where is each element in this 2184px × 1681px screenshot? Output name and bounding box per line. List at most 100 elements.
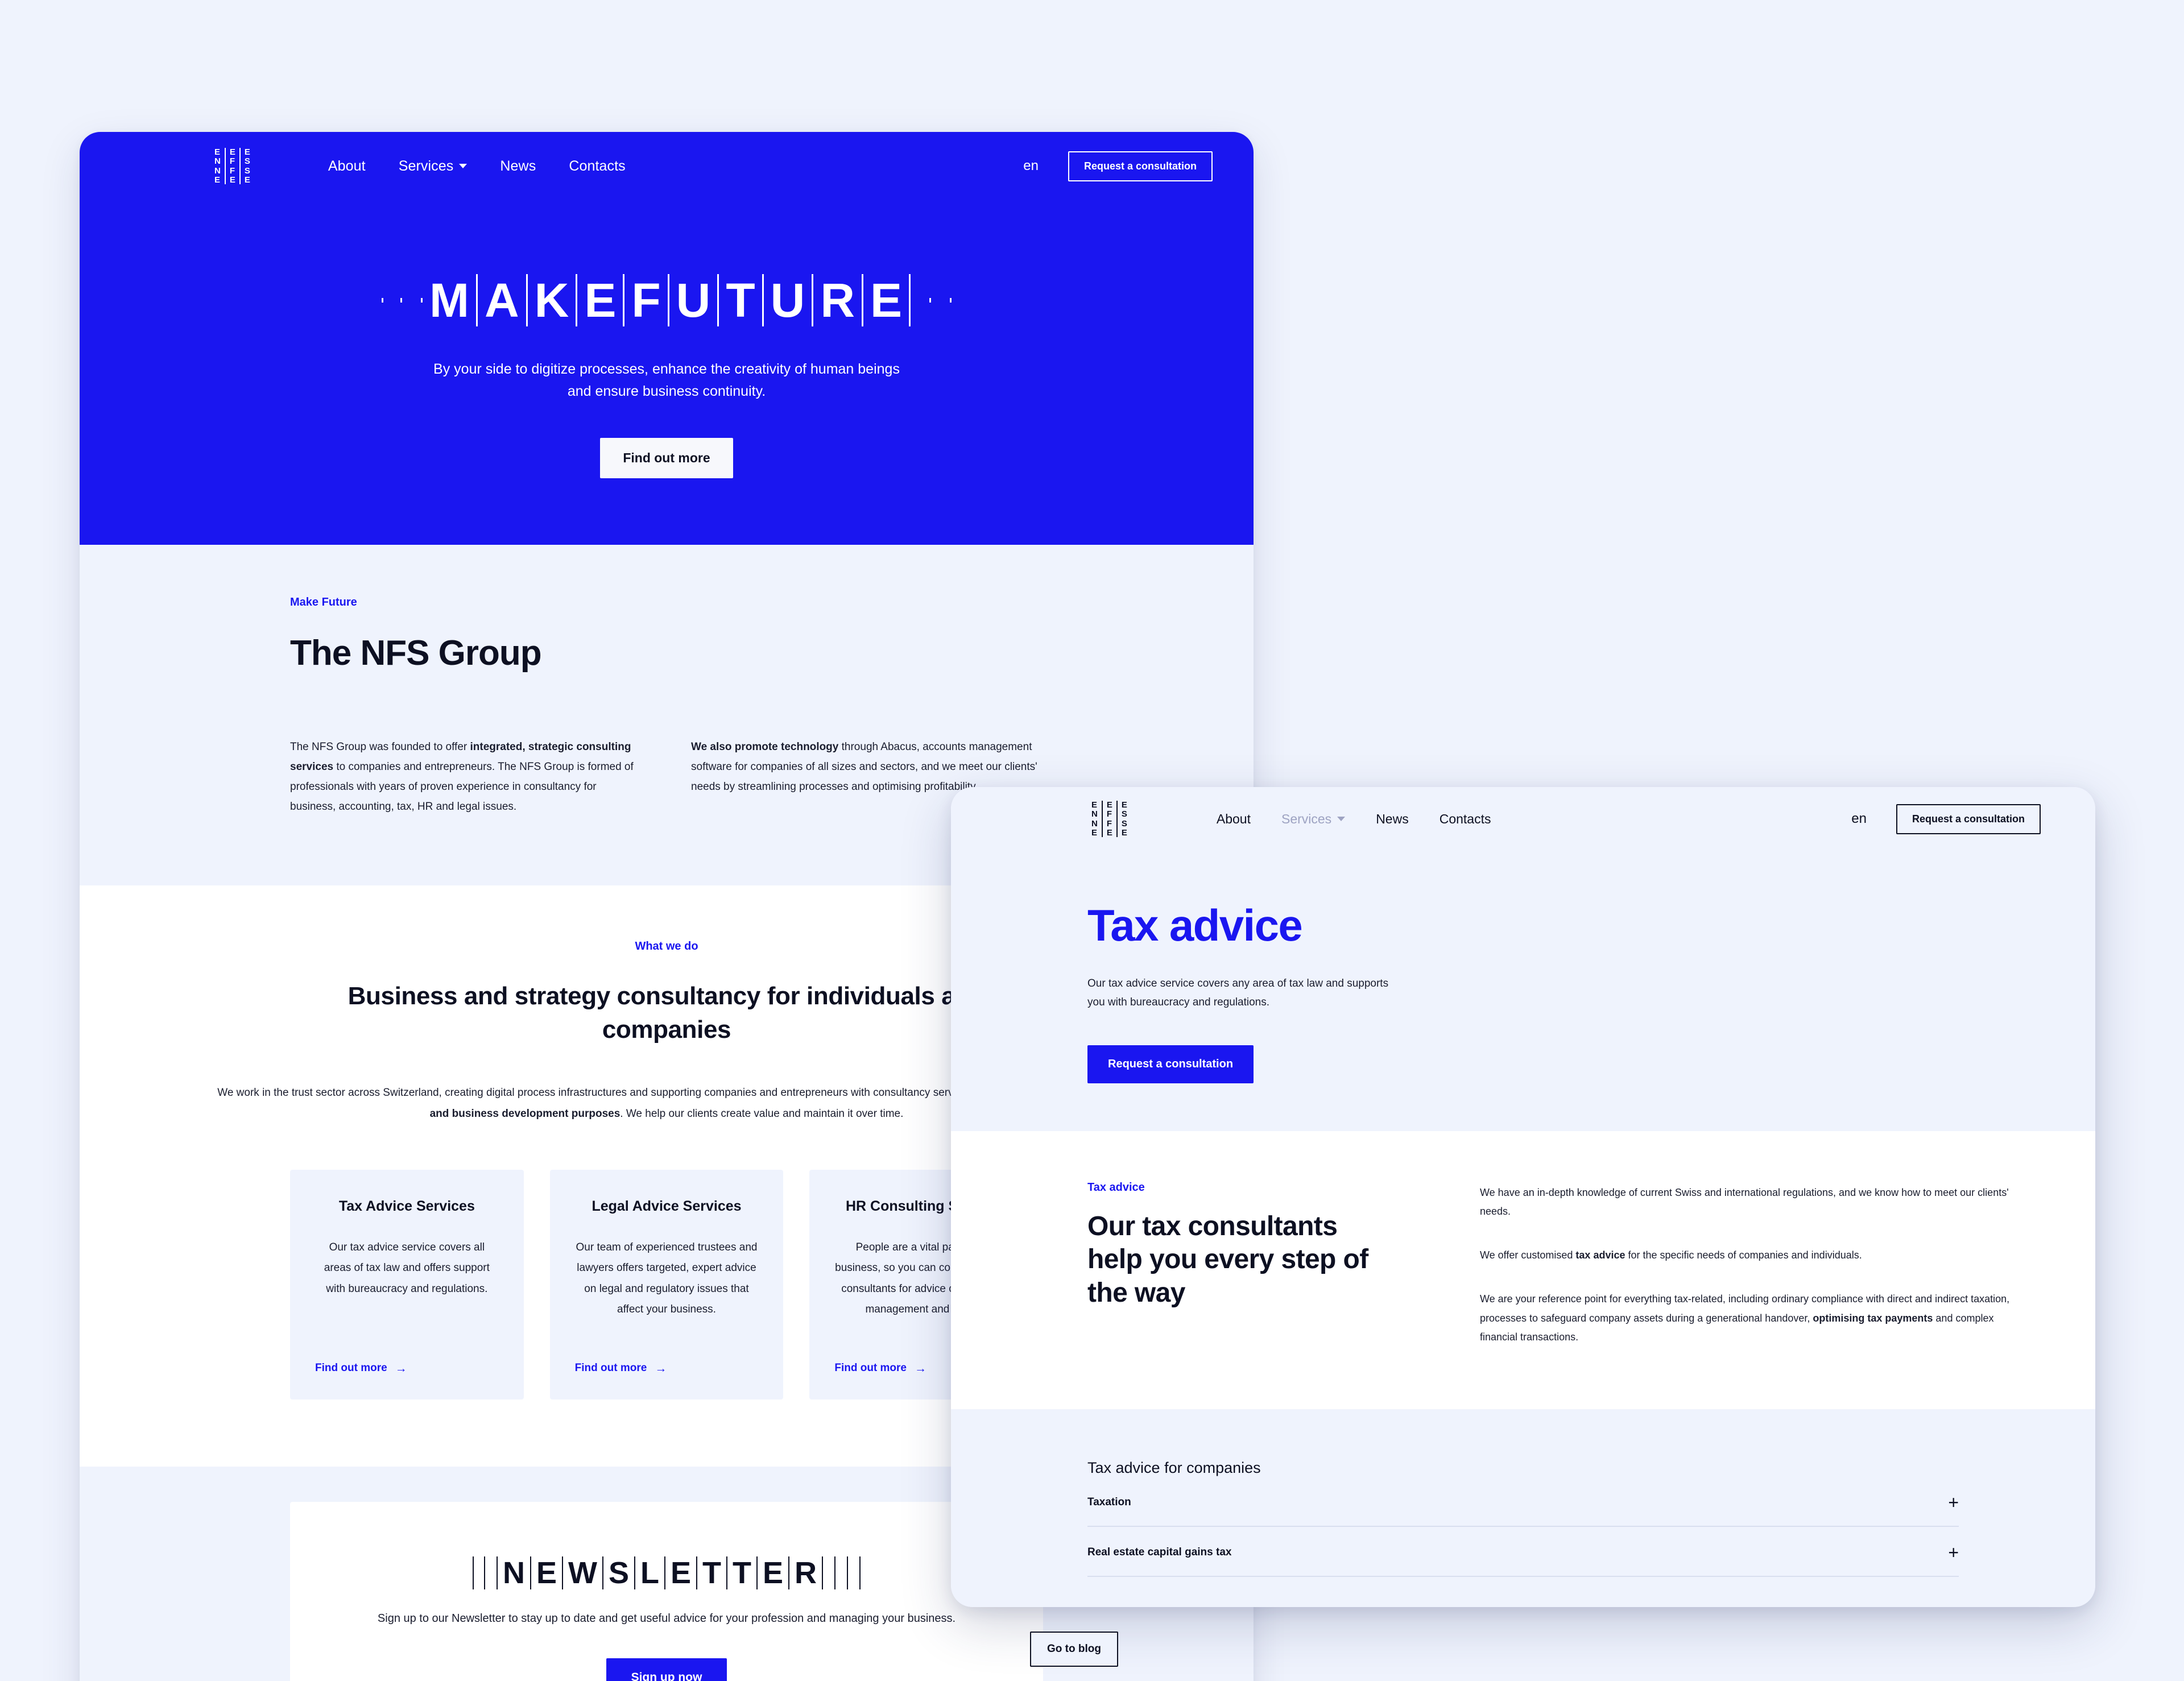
card-title: Tax Advice Services <box>338 1198 475 1215</box>
accordion-item-real-estate[interactable]: Real estate capital gains tax + <box>1087 1527 1959 1578</box>
nav-label: Contacts <box>1439 811 1491 826</box>
newsletter-title-letter: N <box>498 1556 531 1590</box>
hero-title-letter: E <box>863 274 911 326</box>
main-nav: About Services News Contacts <box>328 158 626 175</box>
logo-letter: E <box>1121 800 1127 810</box>
logo-letter: E <box>1106 827 1112 838</box>
logo-letter: E <box>1091 800 1098 810</box>
plus-icon[interactable]: + <box>1948 1493 1959 1512</box>
hero-subtitle-line-2: and ensure business continuity. <box>567 383 766 399</box>
nav-item-services[interactable]: Services <box>1281 811 1346 827</box>
about-heading: The NFS Group <box>290 634 542 673</box>
service-card-legal[interactable]: Legal Advice Services Our team of experi… <box>549 1170 784 1400</box>
window-tax-advice: E N N E E F F E E S S E About Services N… <box>951 787 2095 1607</box>
accordion-item-taxation[interactable]: Taxation + <box>1087 1477 1959 1527</box>
hero-title: MAKEFUTURE <box>80 274 1254 326</box>
newsletter-title-letter <box>823 1556 836 1590</box>
find-out-more-button[interactable]: Find out more <box>600 437 733 478</box>
canvas: E N N E E F F E E S S E About Services N… <box>0 0 2184 1681</box>
logo-letter: S <box>1121 818 1127 829</box>
hero-title-letter: M <box>423 274 478 326</box>
accordion-label: Taxation <box>1087 1496 1131 1509</box>
language-switcher[interactable]: en <box>1023 158 1039 174</box>
logo-letter: E <box>244 147 250 157</box>
logo-letter: F <box>1106 818 1112 829</box>
text-bold: tax advice <box>1575 1249 1625 1261</box>
logo-column-1: E N N E <box>210 148 225 184</box>
accordion-heading: Tax advice for companies <box>1087 1459 1261 1477</box>
what-we-do-heading: Business and strategy consultancy for in… <box>348 982 986 1044</box>
nav-label: News <box>500 158 536 174</box>
logo-letter: E <box>1106 800 1112 810</box>
nav-item-contacts[interactable]: Contacts <box>1440 811 1491 827</box>
hero-subtitle-line-1: By your side to digitize processes, enha… <box>433 361 900 377</box>
tax-eyebrow: Tax advice <box>1087 1181 1145 1194</box>
newsletter-title: NEWSLETTER <box>324 1556 1009 1590</box>
logo[interactable]: E N N E E F F E E S S E <box>210 148 254 184</box>
tax-consultants-section: Tax advice Our tax consultants help you … <box>951 1131 2095 1410</box>
newsletter-title-letter <box>835 1556 849 1590</box>
hero-title-letter <box>931 298 952 303</box>
logo-column-2: E F F E <box>224 148 239 184</box>
hero-title-letter <box>911 298 932 303</box>
newsletter-title-letter <box>848 1556 861 1590</box>
nav-item-services[interactable]: Services <box>399 158 468 175</box>
logo-letter: E <box>244 175 250 185</box>
tax-page-subtitle: Our tax advice service covers any area o… <box>1087 978 1389 1009</box>
link-label: Find out more <box>315 1362 387 1374</box>
nav-label: Services <box>1281 811 1332 826</box>
tax-consultants-left: Tax advice Our tax consultants help you … <box>1087 1181 1395 1347</box>
go-to-blog-button[interactable]: Go to blog <box>1030 1632 1118 1667</box>
newsletter-title-letter: W <box>563 1556 603 1590</box>
logo-letter: F <box>1106 809 1112 819</box>
nav-label: News <box>1376 811 1409 826</box>
newsletter-title-letter: E <box>758 1556 790 1590</box>
newsletter-title-letter: E <box>531 1556 563 1590</box>
tax-paragraph-2: We offer customised tax advice for the s… <box>1480 1246 2033 1265</box>
logo-column-1: E N N E <box>1087 801 1102 837</box>
about-paragraph-1: The NFS Group was founded to offer integ… <box>290 737 642 817</box>
request-consultation-cta[interactable]: Request a consultation <box>1087 1045 1254 1083</box>
logo-letter: F <box>229 165 235 176</box>
newsletter-title-letter: L <box>635 1556 665 1590</box>
language-switcher[interactable]: en <box>1851 811 1867 827</box>
sign-up-now-button[interactable]: Sign up now <box>606 1658 727 1681</box>
newsletter-subtitle: Sign up to our Newsletter to stay up to … <box>377 1612 956 1625</box>
hero-subtitle: By your side to digitize processes, enha… <box>80 358 1254 403</box>
hero-title-letter: U <box>764 274 814 326</box>
arrow-right-icon: → <box>915 1361 926 1375</box>
nav-item-news[interactable]: News <box>500 158 536 175</box>
card-title: Legal Advice Services <box>592 1198 742 1215</box>
tax-hero-section: E N N E E F F E E S S E About Services N… <box>951 787 2095 1131</box>
logo-letter: E <box>214 175 221 185</box>
logo-letter: N <box>1091 818 1098 829</box>
tax-paragraph-1: We have an in-depth knowledge of current… <box>1480 1186 2009 1217</box>
navbar: E N N E E F F E E S S E About Services N… <box>80 132 1254 200</box>
nav-item-contacts[interactable]: Contacts <box>569 158 625 175</box>
card-find-out-more-link[interactable]: Find out more → <box>575 1362 759 1374</box>
text-bold: optimising tax payments <box>1813 1312 1933 1324</box>
card-body: Our tax advice service covers all areas … <box>324 1241 490 1295</box>
hero-title-letter: E <box>577 274 625 326</box>
service-card-tax[interactable]: Tax Advice Services Our tax advice servi… <box>290 1170 524 1400</box>
nav-item-about[interactable]: About <box>1217 811 1251 827</box>
request-consultation-button[interactable]: Request a consultation <box>1068 151 1213 181</box>
nav-item-news[interactable]: News <box>1376 811 1409 827</box>
hero-title-letter: T <box>719 274 764 326</box>
hero-title-letter: A <box>478 274 528 326</box>
request-consultation-button[interactable]: Request a consultation <box>1896 804 2041 834</box>
newsletter-title-letter: E <box>665 1556 698 1590</box>
logo[interactable]: E N N E E F F E E S S E <box>1087 801 1131 837</box>
chevron-down-icon <box>1337 817 1346 821</box>
hero-title-letter <box>381 298 402 303</box>
card-find-out-more-link[interactable]: Find out more → <box>315 1362 499 1374</box>
logo-letter: E <box>214 147 221 157</box>
newsletter-card: NEWSLETTER Sign up to our Newsletter to … <box>290 1502 1043 1681</box>
newsletter-title-letter: S <box>603 1556 635 1590</box>
hero-title-letter: F <box>624 274 669 326</box>
arrow-right-icon: → <box>395 1361 407 1375</box>
plus-icon[interactable]: + <box>1948 1543 1959 1562</box>
text-part: We work in the trust sector across Switz… <box>217 1087 1041 1099</box>
hero-title-letter <box>402 298 423 303</box>
nav-item-about[interactable]: About <box>328 158 366 175</box>
